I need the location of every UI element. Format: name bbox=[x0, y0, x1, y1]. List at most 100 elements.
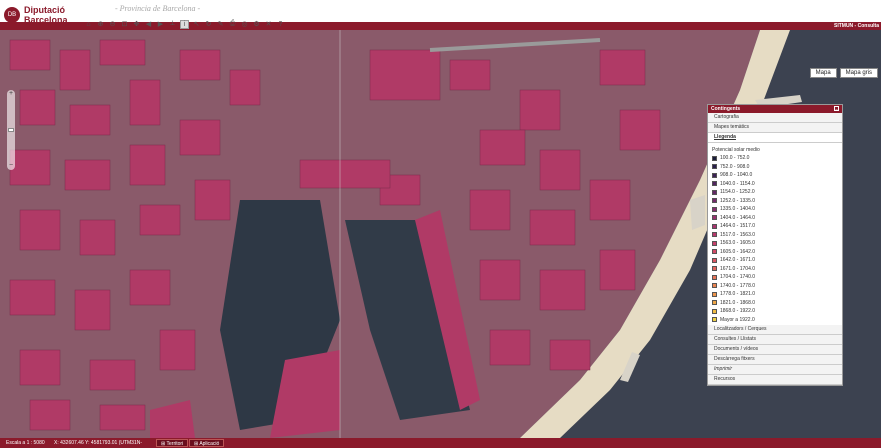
panel-section-item[interactable]: Imprimir bbox=[708, 365, 842, 375]
header: DB Diputació Barcelona - Provincia de Ba… bbox=[0, 0, 881, 31]
territori-label: Territori bbox=[166, 441, 184, 447]
clear-icon[interactable]: ✕ bbox=[264, 20, 273, 29]
panel-section-item[interactable]: Descàrrega fitxers bbox=[708, 355, 842, 365]
legend-swatch bbox=[712, 155, 717, 161]
legend-label: 908.0 - 1040.0 bbox=[720, 172, 753, 179]
basemap-switcher: Mapa Mapa gris bbox=[809, 68, 878, 78]
legend-label: 1605.0 - 1642.0 bbox=[720, 248, 756, 255]
legend-item: 1040.0 - 1154.0 bbox=[708, 180, 842, 189]
zoom-slider-thumb[interactable] bbox=[8, 128, 14, 132]
aplicacio-label: Aplicació bbox=[199, 441, 220, 447]
section-llegenda[interactable]: Llegenda bbox=[708, 133, 842, 143]
app-label: SITMUN - Consulta bbox=[834, 23, 879, 29]
legend-item: 1868.0 - 1922.0 bbox=[708, 307, 842, 316]
legend-label: 1563.0 - 1605.0 bbox=[720, 240, 756, 247]
zoom-in-icon[interactable]: ⊕ bbox=[96, 20, 105, 29]
legend-list: 100.0 - 752.0 752.0 - 908.0 908.0 - 1040.0… bbox=[708, 154, 842, 324]
zoom-in-button[interactable]: + bbox=[7, 90, 15, 98]
legend-item: 1563.0 - 1605.0 bbox=[708, 239, 842, 248]
zoom-slider[interactable]: + − bbox=[7, 90, 15, 170]
legend-item: 1778.0 - 1821.0 bbox=[708, 290, 842, 299]
scale-readout: Escala a 1 : 5080 bbox=[6, 440, 45, 446]
panel-section-item[interactable]: Documents / vídeos bbox=[708, 345, 842, 355]
print-icon[interactable]: ⎙ bbox=[228, 20, 237, 29]
legend-label: 752.0 - 908.0 bbox=[720, 163, 750, 170]
legend-swatch bbox=[712, 198, 717, 204]
panel-title: Contingents bbox=[711, 106, 741, 112]
legend-swatch bbox=[712, 317, 717, 323]
legend-item: 1605.0 - 1642.0 bbox=[708, 248, 842, 257]
legend-label: 1642.0 - 1671.0 bbox=[720, 257, 756, 264]
legend-swatch bbox=[712, 232, 717, 238]
legend-swatch bbox=[712, 274, 717, 280]
section-cartografia[interactable]: Cartografia bbox=[708, 113, 842, 123]
panel-section-item[interactable]: Recursos bbox=[708, 375, 842, 385]
legend-swatch bbox=[712, 291, 717, 297]
coordinate-readout: X: 432607.46 Y: 4581793.01 (UTM31N- bbox=[54, 440, 143, 446]
zoom-extent-icon[interactable]: ⊡ bbox=[120, 20, 129, 29]
panel-bottom-sections: Localitzadors / Cerques Consultes / Llist… bbox=[708, 325, 842, 385]
zoom-out-icon[interactable]: ⊖ bbox=[108, 20, 117, 29]
next-view-icon[interactable]: ▶ bbox=[156, 20, 165, 29]
basemap-mapa-gris-button[interactable]: Mapa gris bbox=[839, 68, 878, 78]
legend-title: Potencial solar medio bbox=[712, 147, 760, 153]
site-title: - Provincia de Barcelona - bbox=[115, 4, 201, 13]
aplicacio-button[interactable]: ⊞ Aplicació bbox=[189, 439, 225, 447]
territori-button[interactable]: ⊞ Territori bbox=[156, 439, 189, 447]
legend-item: 752.0 - 908.0 bbox=[708, 163, 842, 172]
legend-item: 1252.0 - 1335.0 bbox=[708, 197, 842, 206]
legend-swatch bbox=[712, 283, 717, 289]
legend-swatch bbox=[712, 308, 717, 314]
legend-swatch bbox=[712, 181, 717, 187]
pan-icon[interactable]: ✥ bbox=[132, 20, 141, 29]
select-icon[interactable]: ↖ bbox=[192, 20, 201, 29]
logo-line1: Diputació bbox=[24, 5, 66, 15]
status-bar: Escala a 1 : 5080 X: 432607.46 Y: 458179… bbox=[0, 438, 881, 448]
home-icon[interactable]: ⌂ bbox=[84, 20, 93, 29]
legend-swatch bbox=[712, 249, 717, 255]
legend-label: 100.0 - 752.0 bbox=[720, 155, 750, 162]
legend-label: 1154.0 - 1252.0 bbox=[720, 189, 755, 196]
panel-section-item[interactable]: Consultes / Llistats bbox=[708, 335, 842, 345]
legend-swatch bbox=[712, 189, 717, 195]
help-icon[interactable]: ? bbox=[276, 20, 285, 29]
zoom-out-button[interactable]: − bbox=[7, 162, 15, 170]
contents-panel: Contingents – Cartografia Mapes temàtics… bbox=[707, 104, 843, 386]
legend-label: 1404.0 - 1464.0 bbox=[720, 214, 756, 221]
legend-label: 1671.0 - 1704.0 bbox=[720, 265, 756, 272]
info-icon[interactable]: i bbox=[180, 19, 189, 29]
logo-mark-icon: DB bbox=[4, 7, 20, 23]
legend-item: 1740.0 - 1778.0 bbox=[708, 282, 842, 291]
legend-item: 908.0 - 1040.0 bbox=[708, 171, 842, 180]
legend-swatch bbox=[712, 257, 717, 263]
globe-icon[interactable]: ◎ bbox=[240, 20, 249, 29]
legend-swatch bbox=[712, 300, 717, 306]
previous-view-icon[interactable]: ◀ bbox=[144, 20, 153, 29]
legend-label: 1517.0 - 1563.0 bbox=[720, 231, 756, 238]
measure-icon[interactable]: ⟂ bbox=[168, 20, 177, 29]
legend-label: Mayor a 1922.0 bbox=[720, 316, 755, 323]
draw-icon[interactable]: ✎ bbox=[216, 20, 225, 29]
settings-icon[interactable]: ⚙ bbox=[252, 20, 261, 29]
legend-item: 1821.0 - 1868.0 bbox=[708, 299, 842, 308]
legend-label: 1252.0 - 1335.0 bbox=[720, 197, 756, 204]
legend-item: 1517.0 - 1563.0 bbox=[708, 231, 842, 240]
panel-header: Contingents – bbox=[708, 105, 842, 113]
legend-item: 1704.0 - 1740.0 bbox=[708, 273, 842, 282]
legend-label: 1821.0 - 1868.0 bbox=[720, 299, 756, 306]
legend-swatch bbox=[712, 172, 717, 178]
legend-label: 1868.0 - 1922.0 bbox=[720, 308, 756, 315]
legend-item: 1671.0 - 1704.0 bbox=[708, 265, 842, 274]
basemap-mapa-button[interactable]: Mapa bbox=[809, 68, 837, 78]
legend-item: 1335.0 - 1404.0 bbox=[708, 205, 842, 214]
panel-section-item[interactable]: Localitzadors / Cerques bbox=[708, 325, 842, 335]
legend-label: 1464.0 - 1517.0 bbox=[720, 223, 756, 230]
legend-label: 1335.0 - 1404.0 bbox=[720, 206, 756, 213]
legend-label: 1740.0 - 1778.0 bbox=[720, 282, 756, 289]
legend-label: 1040.0 - 1154.0 bbox=[720, 180, 755, 187]
map-toolbar: ⌂ ⊕ ⊖ ⊡ ✥ ◀ ▶ ⟂ i ↖ ↻ ✎ ⎙ ◎ ⚙ ✕? bbox=[84, 18, 285, 30]
refresh-icon[interactable]: ↻ bbox=[204, 20, 213, 29]
legend-swatch bbox=[712, 164, 717, 170]
section-mapes-tematics[interactable]: Mapes temàtics bbox=[708, 123, 842, 133]
minimize-icon[interactable]: – bbox=[834, 106, 839, 111]
